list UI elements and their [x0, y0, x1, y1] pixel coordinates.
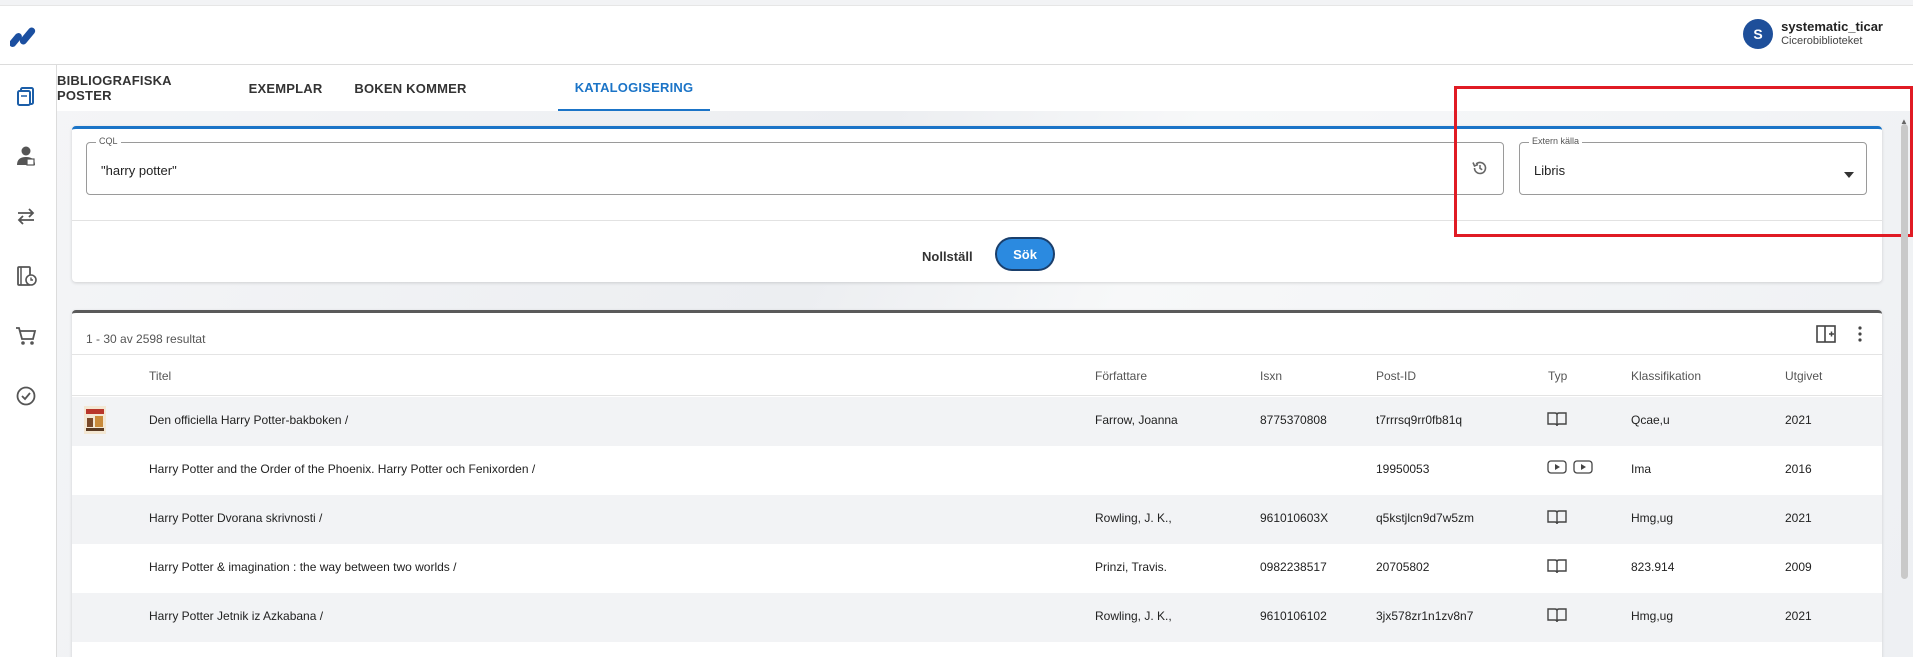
cell-author: Rowling, J. K.,: [1095, 609, 1172, 623]
cell-author: Rowling, J. K.,: [1095, 511, 1172, 525]
cell-isxn: 961010603X: [1260, 511, 1329, 525]
cql-label: CQL: [96, 136, 121, 146]
patron-icon[interactable]: [13, 143, 39, 169]
results-panel: 1 - 30 av 2598 resultat Titel Författare…: [72, 310, 1882, 657]
cell-classification: Hmg,ug: [1631, 609, 1674, 623]
user-menu[interactable]: S systematic_ticar Cicerobiblioteket: [1743, 19, 1883, 49]
transfer-icon[interactable]: [13, 203, 39, 229]
app-logo-icon[interactable]: [9, 24, 44, 48]
cell-title[interactable]: Harry Potter and the Order of the Phoeni…: [149, 462, 535, 476]
books-icon[interactable]: [13, 83, 39, 109]
reset-button[interactable]: Nollställ: [922, 249, 973, 264]
cell-post-id: t7rrrsq9rr0fb81q: [1376, 413, 1463, 427]
video-icon: [1573, 460, 1593, 479]
cell-year: 2021: [1785, 609, 1812, 623]
table-header: Titel Författare Isxn Post-ID Typ Klassi…: [72, 354, 1882, 396]
cell-title[interactable]: Harry Potter & imagination : the way bet…: [149, 560, 456, 574]
table-row[interactable]: Harry Potter Dvorana skrivnosti / Rowlin…: [72, 495, 1882, 544]
cell-year: 2021: [1785, 413, 1812, 427]
scrollbar[interactable]: [1901, 124, 1908, 579]
cart-icon[interactable]: [13, 323, 39, 349]
tab-bibliografiska-poster[interactable]: BIBLIOGRAFISKA POSTER: [57, 65, 229, 111]
highlight-box: [1454, 86, 1913, 237]
cell-post-id: q5kstjlcn9d7w5zm: [1376, 511, 1475, 525]
column-header-typ[interactable]: Typ: [1548, 369, 1567, 383]
cell-author: Farrow, Joanna: [1095, 413, 1178, 427]
cell-classification: 823.914: [1631, 560, 1675, 574]
cell-post-id: 20705802: [1376, 560, 1430, 574]
avatar[interactable]: S: [1743, 19, 1774, 49]
column-header-isxn[interactable]: Isxn: [1260, 369, 1282, 383]
cql-field[interactable]: CQL "harry potter": [86, 136, 1504, 195]
top-bar: S systematic_ticar Cicerobiblioteket: [0, 5, 1913, 65]
columns-icon[interactable]: [1816, 325, 1836, 348]
cell-post-id: 19950053: [1376, 462, 1430, 476]
cell-year: 2009: [1785, 560, 1812, 574]
search-button[interactable]: Sök: [995, 237, 1055, 271]
cell-isxn: 8775370808: [1260, 413, 1327, 427]
column-header-forfattare[interactable]: Författare: [1095, 369, 1147, 383]
book-icon: [1547, 607, 1567, 628]
check-circle-icon[interactable]: [13, 383, 39, 409]
tab-boken-kommer[interactable]: BOKEN KOMMER: [342, 65, 479, 111]
book-icon: [1547, 509, 1567, 530]
book-icon: [1547, 411, 1567, 432]
cell-title[interactable]: Den officiella Harry Potter-bakboken /: [149, 413, 348, 427]
cell-year: 2021: [1785, 511, 1812, 525]
column-header-utgivet[interactable]: Utgivet: [1785, 369, 1822, 383]
cell-classification: Ima: [1631, 462, 1652, 476]
column-header-titel[interactable]: Titel: [149, 369, 171, 383]
sidebar: [0, 65, 57, 657]
table-row[interactable]: Harry Potter Jetnik iz Azkabana / Rowlin…: [72, 593, 1882, 642]
cell-title[interactable]: Harry Potter Dvorana skrivnosti /: [149, 511, 322, 525]
results-count: 1 - 30 av 2598 resultat: [86, 332, 206, 346]
tab-exemplar[interactable]: EXEMPLAR: [229, 65, 342, 111]
cql-input[interactable]: "harry potter": [101, 163, 177, 178]
column-header-post-id[interactable]: Post-ID: [1376, 369, 1416, 383]
cell-year: 2016: [1785, 462, 1812, 476]
tab-katalogisering[interactable]: KATALOGISERING: [558, 65, 710, 111]
cell-classification: Hmg,ug: [1631, 511, 1674, 525]
book-cover-image: [84, 406, 106, 434]
table-row[interactable]: Harry Potter & imagination : the way bet…: [72, 544, 1882, 593]
video-icon: [1547, 460, 1567, 479]
cell-author: Prinzi, Travis.: [1095, 560, 1168, 574]
table-row[interactable]: Harry Potter and the Order of the Phoeni…: [72, 446, 1882, 495]
cell-classification: Qcae,u: [1631, 413, 1670, 427]
table-row[interactable]: Den officiella Harry Potter-bakboken / F…: [72, 397, 1882, 446]
cell-title[interactable]: Harry Potter Jetnik iz Azkabana /: [149, 609, 323, 623]
book-clock-icon[interactable]: [13, 263, 39, 289]
cell-isxn: 0982238517: [1260, 560, 1327, 574]
cell-isxn: 9610106102: [1260, 609, 1327, 623]
cell-post-id: 3jx578zr1n1zv8n7: [1376, 609, 1474, 623]
column-header-klassifikation[interactable]: Klassifikation: [1631, 369, 1701, 383]
more-options-icon[interactable]: [1858, 326, 1862, 347]
book-icon: [1547, 558, 1567, 579]
user-library: Cicerobiblioteket: [1781, 35, 1863, 47]
user-name: systematic_ticar: [1781, 19, 1883, 34]
